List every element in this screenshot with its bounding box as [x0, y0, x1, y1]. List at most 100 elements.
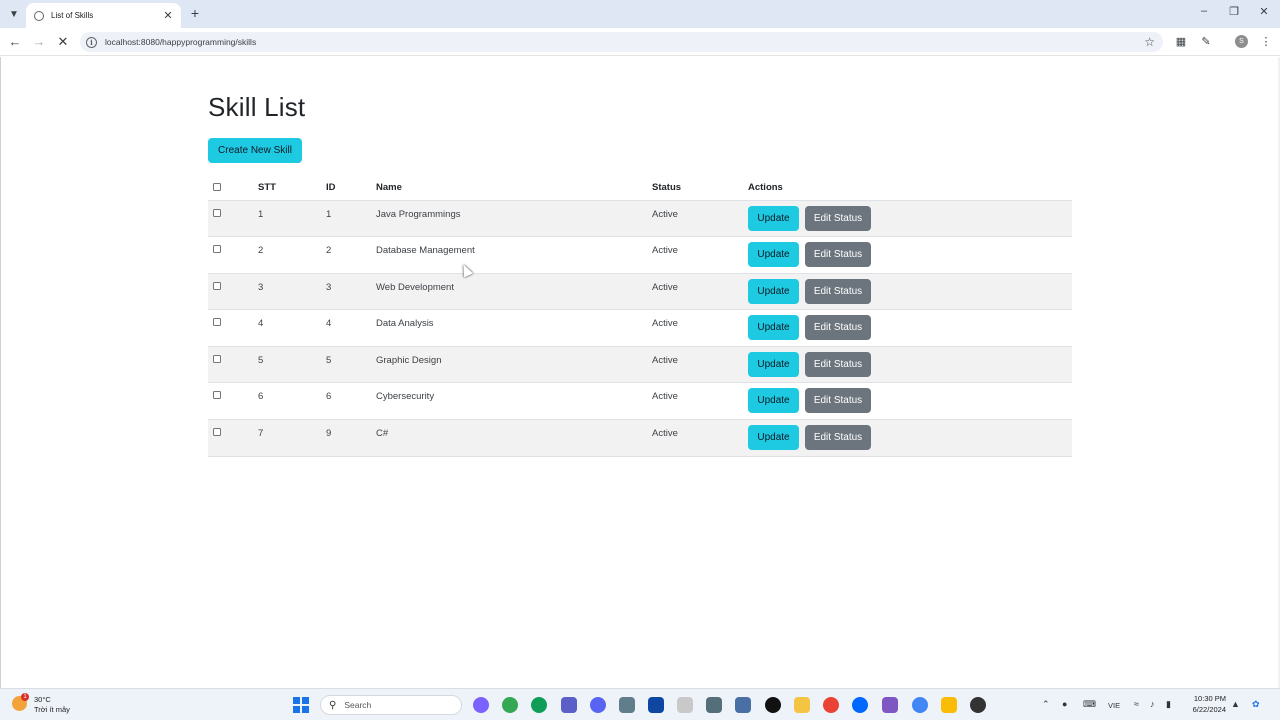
header-id: ID [326, 182, 336, 194]
bookmark-star-icon[interactable]: ☆ [1144, 35, 1155, 49]
edit-status-button[interactable]: Edit Status [805, 351, 871, 377]
obs-icon[interactable] [970, 697, 986, 713]
table-row: 1 1 Java Programmings Active Update Edit … [208, 199, 1072, 237]
row-checkbox[interactable] [213, 245, 221, 254]
row-actions: Update Edit Status [748, 382, 1072, 420]
header-name: Name [376, 182, 402, 194]
edit-status-button[interactable]: Edit Status [805, 425, 871, 451]
volume-icon[interactable]: ♪ [1150, 699, 1155, 709]
update-button[interactable]: Update [748, 351, 799, 377]
keyboard-icon[interactable]: ⌨ [1083, 699, 1096, 710]
update-button[interactable]: Update [748, 242, 799, 268]
update-button[interactable]: Update [748, 315, 799, 341]
row-id: 4 [326, 309, 376, 347]
clock-time[interactable]: 10:30 PM [1188, 694, 1226, 703]
row-actions: Update Edit Status [748, 309, 1072, 347]
row-name: Java Programmings [376, 199, 652, 237]
row-checkbox[interactable] [213, 318, 221, 327]
close-tab-icon[interactable]: ✕ [161, 9, 175, 22]
show-hidden-icons[interactable]: ⌃ [1042, 699, 1050, 710]
skills-table: STT ID Name Status Actions 1 1 Java Prog… [208, 176, 1072, 457]
row-checkbox[interactable] [213, 428, 221, 437]
discord-icon[interactable] [590, 697, 606, 713]
new-tab-icon[interactable]: + [187, 5, 203, 21]
row-select-cell [208, 419, 258, 457]
browser-toolbar: ← → ✕ i localhost:8080/happyprogramming/… [0, 28, 1280, 56]
table-row: 2 2 Database Management Active Update Edi… [208, 236, 1072, 274]
stop-loading-icon[interactable]: ✕ [55, 34, 71, 50]
chrome-dev-icon[interactable] [502, 697, 518, 713]
update-button[interactable]: Update [748, 425, 799, 451]
teams-icon[interactable] [561, 697, 577, 713]
camera-icon[interactable] [706, 697, 722, 713]
clock-date[interactable]: 6/22/2024 [1186, 705, 1226, 714]
profile-avatar[interactable]: S [1235, 35, 1248, 48]
edit-status-button[interactable]: Edit Status [805, 278, 871, 304]
restore-icon[interactable]: ❐ [1224, 5, 1244, 18]
app-icon[interactable] [677, 697, 693, 713]
photoshop-icon[interactable] [648, 697, 664, 713]
update-button[interactable]: Update [748, 388, 799, 414]
create-skill-button[interactable]: Create New Skill [208, 138, 302, 163]
edge-icon[interactable] [531, 697, 547, 713]
virtualbox-icon[interactable] [735, 697, 751, 713]
app-icon-2[interactable] [882, 697, 898, 713]
start-menu-icon[interactable] [293, 697, 309, 713]
zalo-icon[interactable] [852, 697, 868, 713]
row-checkbox[interactable] [213, 208, 221, 217]
notification-bell-icon[interactable]: ▲ [1231, 699, 1240, 709]
microphone-icon[interactable]: ● [1062, 699, 1067, 709]
browser-tab[interactable]: List of Skills ✕ [26, 3, 181, 28]
chrome-profile-icon[interactable] [912, 697, 928, 713]
file-explorer-icon[interactable] [794, 697, 810, 713]
edit-status-button[interactable]: Edit Status [805, 315, 871, 341]
wifi-icon[interactable]: ≈ [1134, 699, 1139, 709]
row-checkbox[interactable] [213, 281, 221, 290]
site-info-icon[interactable]: i [86, 36, 97, 48]
edit-status-button[interactable]: Edit Status [805, 242, 871, 268]
table-row: 5 5 Graphic Design Active Update Edit Sta… [208, 345, 1072, 383]
row-checkbox[interactable] [213, 354, 221, 363]
page-loading-icon [34, 10, 44, 21]
forward-icon[interactable]: → [31, 34, 47, 50]
select-all-checkbox[interactable] [213, 183, 221, 192]
row-status: Active [652, 199, 748, 237]
tiktok-icon[interactable] [765, 697, 781, 713]
update-button[interactable]: Update [748, 278, 799, 304]
row-select-cell [208, 199, 258, 237]
close-window-icon[interactable]: ✕ [1254, 5, 1274, 18]
row-stt: 4 [258, 309, 326, 347]
battery-icon[interactable]: ▮ [1166, 699, 1171, 710]
edit-status-button[interactable]: Edit Status [805, 388, 871, 414]
weather-temperature[interactable]: 30°C [34, 695, 51, 704]
edit-status-button[interactable]: Edit Status [805, 205, 871, 231]
row-actions: Update Edit Status [748, 272, 1072, 310]
language-indicator[interactable]: VIE [1108, 701, 1120, 710]
row-id: 1 [326, 199, 376, 237]
minimize-icon[interactable]: – [1194, 5, 1214, 17]
paint-icon[interactable] [941, 697, 957, 713]
row-status: Active [652, 382, 748, 420]
chrome-icon[interactable] [823, 697, 839, 713]
table-row: 7 9 C# Active Update Edit Status [208, 419, 1072, 457]
row-status: Active [652, 309, 748, 347]
taskbar-search[interactable]: ⚲ Search [320, 695, 462, 715]
row-select-cell [208, 345, 258, 383]
row-select-cell [208, 272, 258, 310]
messenger-icon[interactable] [473, 697, 489, 713]
back-icon[interactable]: ← [7, 34, 23, 50]
row-status: Active [652, 345, 748, 383]
address-bar[interactable]: i localhost:8080/happyprogramming/skills… [80, 32, 1163, 52]
row-stt: 3 [258, 272, 326, 310]
row-select-cell [208, 236, 258, 274]
calculator-icon[interactable] [619, 697, 635, 713]
more-menu-icon[interactable]: ⋮ [1258, 34, 1274, 50]
weather-description[interactable]: Trời ít mây [34, 705, 70, 714]
tab-search-icon[interactable]: ▼ [5, 5, 23, 23]
extensions-icon[interactable]: ✎ [1198, 34, 1214, 50]
url-text[interactable]: localhost:8080/happyprogramming/skills [105, 37, 1144, 47]
copilot-icon[interactable]: ✿ [1252, 699, 1260, 710]
row-checkbox[interactable] [213, 391, 221, 400]
update-button[interactable]: Update [748, 205, 799, 231]
media-icon[interactable]: ▦ [1173, 34, 1189, 50]
